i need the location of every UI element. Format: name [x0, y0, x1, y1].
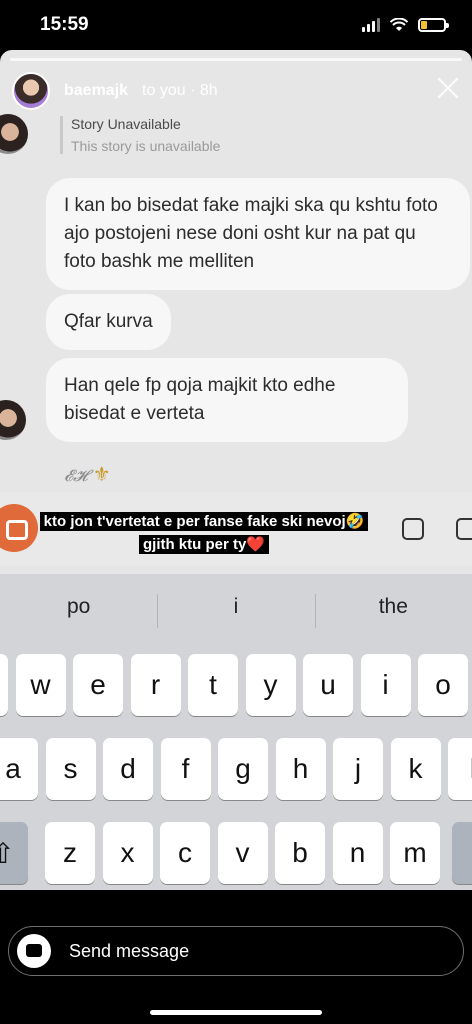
signal-icon	[362, 18, 380, 32]
story-reply-preview: Story Unavailable This story is unavaila…	[60, 116, 220, 154]
suggestion[interactable]: po	[0, 574, 157, 640]
fleur-de-lis-icon: ⚜	[92, 462, 111, 486]
key-h[interactable]: h	[275, 738, 326, 800]
key-g[interactable]: g	[218, 738, 268, 800]
gallery-icon[interactable]	[402, 518, 424, 540]
key-w[interactable]: w	[15, 654, 66, 716]
sender-username[interactable]: baemajk	[64, 82, 128, 100]
key-o[interactable]: o	[418, 654, 468, 716]
key-f[interactable]: f	[160, 738, 211, 800]
key-m[interactable]: m	[390, 822, 440, 884]
delete-key[interactable]	[452, 822, 472, 884]
camera-icon[interactable]	[17, 934, 51, 968]
keyboard: po i the qwertyuiopasdfghjklzxcvbnm⇧	[0, 574, 472, 890]
chat-avatar	[0, 400, 26, 440]
key-t[interactable]: t	[188, 654, 238, 716]
signature: 𝓔𝓗 ⚜	[64, 462, 111, 486]
battery-icon	[418, 18, 449, 32]
message-bubble: Qfar kurva	[46, 294, 171, 350]
send-message-bar[interactable]: Send message	[8, 926, 464, 976]
suggestion-bar: po i the	[0, 574, 472, 640]
signature-text: 𝓔𝓗	[64, 466, 88, 485]
close-icon[interactable]	[436, 76, 460, 100]
caption-text: kto jon t'vertetat e per fanse fake ski …	[39, 512, 369, 554]
key-e[interactable]: e	[73, 654, 123, 716]
key-a[interactable]: a	[0, 738, 38, 800]
reply-subtitle: This story is unavailable	[71, 138, 221, 154]
key-s[interactable]: s	[45, 738, 96, 800]
story-progress-bar	[10, 58, 462, 61]
story-meta: to you · 8h	[142, 82, 218, 99]
story-header: baemajk to you · 8h	[12, 72, 218, 110]
sticker-icon[interactable]	[456, 518, 472, 540]
reply-title: Story Unavailable	[71, 116, 181, 132]
key-j[interactable]: j	[333, 738, 383, 800]
key-v[interactable]: v	[217, 822, 268, 884]
key-l[interactable]: l	[448, 738, 472, 800]
key-i[interactable]: i	[360, 654, 411, 716]
story-viewer[interactable]: baemajk to you · 8h Story Unavailable Th…	[0, 50, 472, 890]
key-q[interactable]: q	[0, 654, 8, 716]
suggestion[interactable]: the	[314, 574, 472, 640]
wifi-icon	[390, 18, 408, 31]
message-bubble: I kan bo bisedat fake majki ska qu kshtu…	[46, 178, 470, 290]
key-z[interactable]: z	[45, 822, 95, 884]
status-bar: 15:59	[0, 0, 472, 50]
message-bubble: Han qele fp qoja majkit kto edhe bisedat…	[46, 358, 408, 442]
key-n[interactable]: n	[332, 822, 383, 884]
key-y[interactable]: y	[245, 654, 296, 716]
battery-fill	[421, 21, 427, 29]
key-u[interactable]: u	[303, 654, 353, 716]
key-c[interactable]: c	[160, 822, 210, 884]
story-caption: kto jon t'vertetat e per fanse fake ski …	[34, 510, 374, 556]
send-message-input[interactable]: Send message	[69, 941, 189, 962]
key-b[interactable]: b	[275, 822, 325, 884]
status-icons	[362, 18, 449, 32]
key-k[interactable]: k	[390, 738, 441, 800]
camera-icon[interactable]	[0, 504, 38, 552]
key-d[interactable]: d	[103, 738, 153, 800]
home-indicator	[150, 1010, 322, 1015]
key-r[interactable]: r	[130, 654, 181, 716]
status-time: 15:59	[40, 14, 89, 35]
suggestion[interactable]: i	[157, 574, 314, 640]
key-x[interactable]: x	[102, 822, 153, 884]
shift-key[interactable]: ⇧	[0, 822, 28, 884]
chat-avatar	[0, 114, 28, 154]
sender-avatar[interactable]	[12, 72, 50, 110]
